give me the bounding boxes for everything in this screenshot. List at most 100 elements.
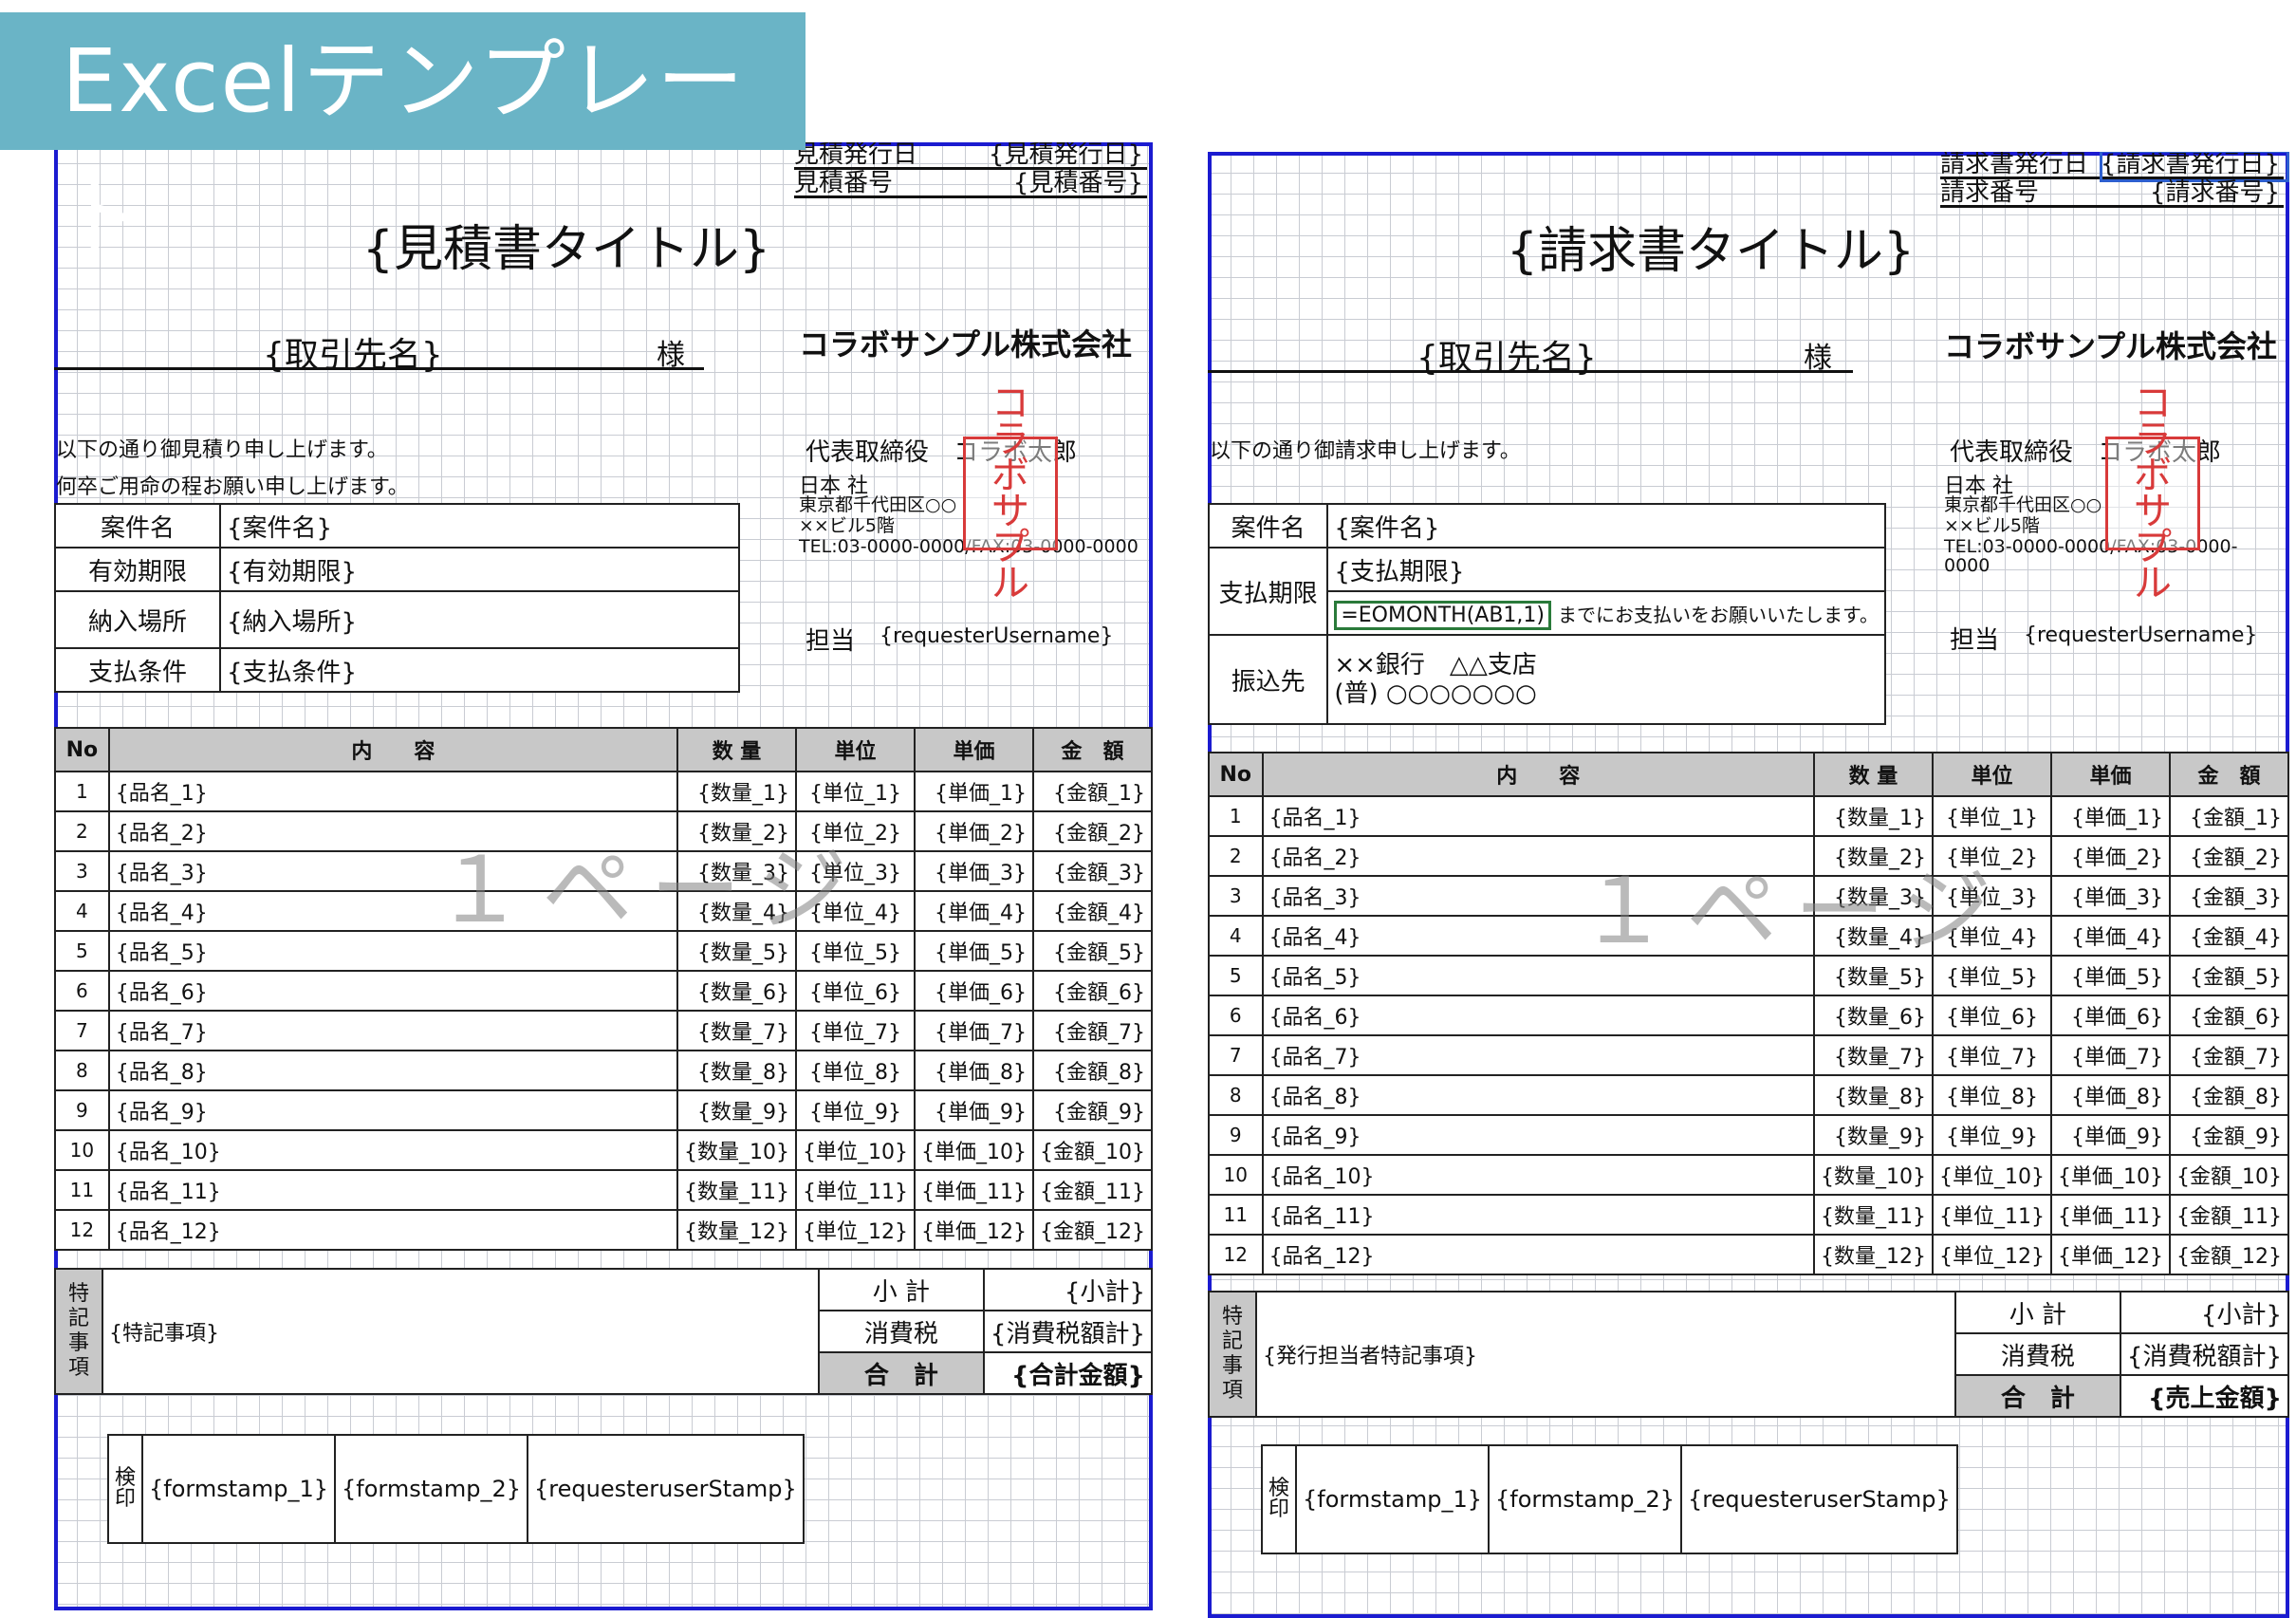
info-row[interactable]: 有効期限 {有効期限}: [54, 547, 740, 592]
item-price[interactable]: {単価_11}: [913, 1169, 1035, 1211]
item-name[interactable]: {品名_10}: [107, 1129, 678, 1171]
item-qty[interactable]: {数量_10}: [1812, 1154, 1934, 1196]
item-price[interactable]: {単価_12}: [2049, 1234, 2172, 1275]
stamp-box[interactable]: {formstamp_1}: [1295, 1444, 1491, 1554]
item-price[interactable]: {単価_10}: [2049, 1154, 2172, 1196]
info-value[interactable]: {案件名}: [219, 503, 740, 549]
item-amount[interactable]: {金額_2}: [1032, 810, 1153, 852]
invoice-sheet[interactable]: 請求書発行日 {請求書発行日} 請求番号 {請求番号} {請求書タイトル} {取…: [1208, 152, 2289, 1618]
item-unit[interactable]: {単位_6}: [794, 970, 916, 1012]
item-qty[interactable]: {数量_12}: [676, 1209, 797, 1251]
item-name[interactable]: {品名_11}: [107, 1169, 678, 1211]
item-amount[interactable]: {金額_1}: [1032, 771, 1153, 812]
item-amount[interactable]: {金額_10}: [1032, 1129, 1153, 1171]
item-price[interactable]: {単価_6}: [913, 970, 1035, 1012]
item-name[interactable]: {品名_9}: [107, 1089, 678, 1131]
item-amount[interactable]: {金額_8}: [2169, 1074, 2289, 1116]
item-amount[interactable]: {金額_10}: [2169, 1154, 2289, 1196]
item-price[interactable]: {単価_4}: [913, 890, 1035, 932]
invoice-client-row[interactable]: {取引先名} 様: [1208, 330, 1853, 378]
item-price[interactable]: {単価_3}: [2049, 875, 2172, 917]
item-unit[interactable]: {単位_10}: [794, 1129, 916, 1171]
item-qty[interactable]: {数量_9}: [676, 1089, 797, 1131]
item-amount[interactable]: {金額_9}: [1032, 1089, 1153, 1131]
item-price[interactable]: {単価_10}: [913, 1129, 1035, 1171]
item-qty[interactable]: {数量_8}: [676, 1050, 797, 1091]
item-price[interactable]: {単価_4}: [2049, 915, 2172, 957]
info-row[interactable]: 振込先 ××銀行 △△支店 (普) ○○○○○○○: [1208, 634, 1886, 725]
tax-value[interactable]: {消費税額計}: [982, 1310, 1153, 1353]
item-name[interactable]: {品名_8}: [1261, 1074, 1815, 1116]
table-row[interactable]: 1 {品名_1} {数量_1} {単位_1} {単価_1} {金額_1}: [54, 771, 1153, 812]
info-value[interactable]: {案件名}: [1326, 503, 1886, 549]
item-price[interactable]: {単価_1}: [2049, 795, 2172, 837]
item-amount[interactable]: {金額_7}: [1032, 1010, 1153, 1051]
item-amount[interactable]: {金額_8}: [1032, 1050, 1153, 1091]
item-unit[interactable]: {単位_1}: [794, 771, 916, 812]
item-name[interactable]: {品名_11}: [1261, 1194, 1815, 1236]
table-row[interactable]: 9 {品名_9} {数量_9} {単位_9} {単価_9} {金額_9}: [1208, 1114, 2289, 1156]
item-qty[interactable]: {数量_10}: [676, 1129, 797, 1171]
bank-info[interactable]: ××銀行 △△支店 (普) ○○○○○○○: [1326, 634, 1886, 725]
item-qty[interactable]: {数量_12}: [1812, 1234, 1934, 1275]
item-name[interactable]: {品名_9}: [1261, 1114, 1815, 1156]
item-name[interactable]: {品名_12}: [1261, 1234, 1815, 1275]
stamp-box[interactable]: {formstamp_1}: [141, 1434, 337, 1544]
payment-formula-cell[interactable]: =EOMONTH(AB1,1) までにお支払いをお願いいたします。: [1326, 590, 1886, 636]
stamp-box[interactable]: {formstamp_2}: [1488, 1444, 1683, 1554]
item-qty[interactable]: {数量_7}: [1812, 1034, 1934, 1076]
quote-sheet[interactable]: 見積発行日 {見積発行日} 見積番号 {見積番号} {見積書タイトル} {取引先…: [54, 142, 1153, 1610]
table-row[interactable]: 8 {品名_8} {数量_8} {単位_8} {単価_8} {金額_8}: [54, 1050, 1153, 1091]
info-value[interactable]: {支払条件}: [219, 647, 740, 693]
item-price[interactable]: {単価_8}: [2049, 1074, 2172, 1116]
item-amount[interactable]: {金額_3}: [2169, 875, 2289, 917]
item-amount[interactable]: {金額_4}: [2169, 915, 2289, 957]
table-row[interactable]: 11 {品名_11} {数量_11} {単位_11} {単価_11} {金額_11}: [54, 1169, 1153, 1211]
item-amount[interactable]: {金額_1}: [2169, 795, 2289, 837]
subtotal-value[interactable]: {小計}: [2119, 1291, 2289, 1334]
table-row[interactable]: 7 {品名_7} {数量_7} {単位_7} {単価_7} {金額_7}: [1208, 1034, 2289, 1076]
item-unit[interactable]: {単位_6}: [1931, 995, 2052, 1036]
info-row[interactable]: 支払条件 {支払条件}: [54, 647, 740, 693]
item-name[interactable]: {品名_6}: [107, 970, 678, 1012]
table-row[interactable]: 11 {品名_11} {数量_11} {単位_11} {単価_11} {金額_11}: [1208, 1194, 2289, 1236]
item-price[interactable]: {単価_2}: [2049, 835, 2172, 877]
item-name[interactable]: {品名_12}: [107, 1209, 678, 1251]
table-row[interactable]: 6 {品名_6} {数量_6} {単位_6} {単価_6} {金額_6}: [1208, 995, 2289, 1036]
tax-value[interactable]: {消費税額計}: [2119, 1332, 2289, 1376]
item-price[interactable]: {単価_2}: [913, 810, 1035, 852]
quote-client-row[interactable]: {取引先名} 様: [54, 327, 704, 375]
item-amount[interactable]: {金額_11}: [1032, 1169, 1153, 1211]
formula-text[interactable]: =EOMONTH(AB1,1): [1334, 600, 1551, 630]
invoice-number-row[interactable]: 請求番号 {請求番号}: [1940, 180, 2284, 208]
item-amount[interactable]: {金額_6}: [2169, 995, 2289, 1036]
item-unit[interactable]: {単位_9}: [1931, 1114, 2052, 1156]
table-row[interactable]: 6 {品名_6} {数量_6} {単位_6} {単価_6} {金額_6}: [54, 970, 1153, 1012]
item-price[interactable]: {単価_1}: [913, 771, 1035, 812]
item-amount[interactable]: {金額_12}: [1032, 1209, 1153, 1251]
item-amount[interactable]: {金額_2}: [2169, 835, 2289, 877]
item-amount[interactable]: {金額_5}: [1032, 930, 1153, 972]
info-value[interactable]: {有効期限}: [219, 547, 740, 592]
item-qty[interactable]: {数量_6}: [676, 970, 797, 1012]
item-qty[interactable]: {数量_11}: [1812, 1194, 1934, 1236]
item-price[interactable]: {単価_7}: [913, 1010, 1035, 1051]
item-price[interactable]: {単価_7}: [2049, 1034, 2172, 1076]
item-price[interactable]: {単価_11}: [2049, 1194, 2172, 1236]
total-value[interactable]: {売上金額}: [2119, 1374, 2289, 1418]
table-row[interactable]: 10 {品名_10} {数量_10} {単位_10} {単価_10} {金額_10}: [1208, 1154, 2289, 1196]
table-row[interactable]: 7 {品名_7} {数量_7} {単位_7} {単価_7} {金額_7}: [54, 1010, 1153, 1051]
item-qty[interactable]: {数量_9}: [1812, 1114, 1934, 1156]
stamp-box[interactable]: {requesteruserStamp}: [527, 1434, 805, 1544]
table-row[interactable]: 1 {品名_1} {数量_1} {単位_1} {単価_1} {金額_1}: [1208, 795, 2289, 837]
item-price[interactable]: {単価_9}: [913, 1089, 1035, 1131]
item-unit[interactable]: {単位_8}: [794, 1050, 916, 1091]
table-row[interactable]: 12 {品名_12} {数量_12} {単位_12} {単価_12} {金額_12}: [54, 1209, 1153, 1251]
item-unit[interactable]: {単位_8}: [1931, 1074, 2052, 1116]
item-price[interactable]: {単価_3}: [913, 850, 1035, 892]
item-unit[interactable]: {単位_11}: [1931, 1194, 2052, 1236]
item-unit[interactable]: {単位_7}: [794, 1010, 916, 1051]
quote-number-row[interactable]: 見積番号 {見積番号}: [794, 171, 1147, 198]
quote-issue-date-row[interactable]: 見積発行日 {見積発行日}: [794, 142, 1147, 170]
item-unit[interactable]: {単位_11}: [794, 1169, 916, 1211]
